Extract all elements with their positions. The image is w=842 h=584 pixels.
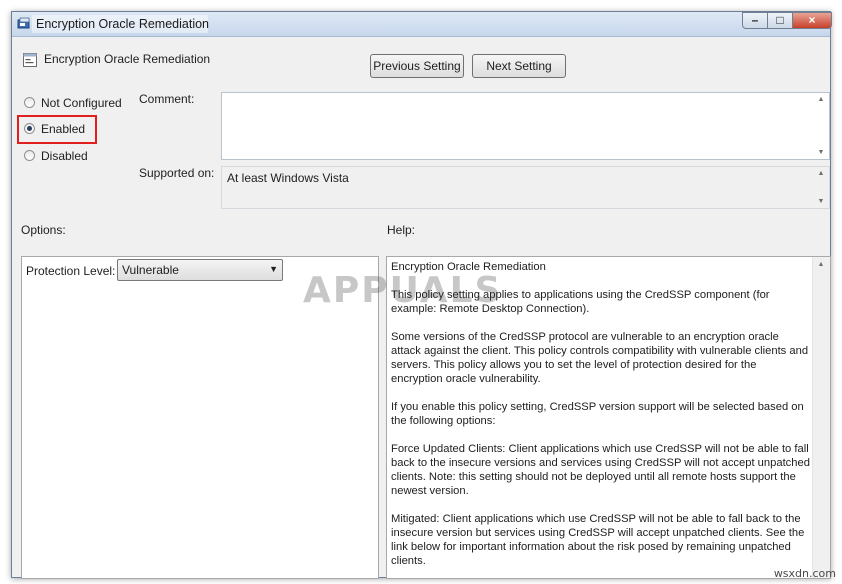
supported-on-box: At least Windows Vista ▲ ▼	[221, 166, 830, 209]
radio-label-disabled: Disabled	[41, 149, 88, 163]
options-label: Options:	[21, 223, 66, 237]
scroll-down-icon[interactable]: ▼	[813, 149, 829, 156]
comment-scrollbar[interactable]: ▲ ▼	[813, 93, 829, 159]
policy-editor-icon	[17, 17, 30, 29]
radio-button-disabled[interactable]	[24, 150, 35, 161]
scroll-up-icon[interactable]: ▲	[813, 170, 829, 177]
watermark-text: APPUALS	[303, 270, 503, 311]
close-button[interactable]: ×	[792, 12, 832, 29]
radio-label-not-configured: Not Configured	[41, 96, 122, 110]
setting-icon	[23, 53, 37, 67]
comment-label: Comment:	[139, 92, 195, 106]
scroll-up-icon[interactable]: ▲	[813, 261, 829, 268]
site-watermark: wsxdn.com	[773, 567, 836, 580]
protection-level-value: Vulnerable	[122, 263, 179, 277]
minimize-icon: –	[751, 13, 759, 27]
help-label: Help:	[387, 223, 416, 237]
enabled-highlight-box	[17, 115, 97, 144]
maximize-icon: □	[776, 13, 784, 27]
protection-level-dropdown[interactable]: Vulnerable ▼	[117, 259, 283, 281]
title-bar[interactable]: Encryption Oracle Remediation – □ ×	[12, 12, 832, 37]
setting-title: Encryption Oracle Remediation	[44, 52, 211, 66]
help-paragraph: Force Updated Clients: Client applicatio…	[391, 443, 810, 497]
radio-button-not-configured[interactable]	[24, 97, 35, 108]
help-paragraph: Mitigated: Client applications which use…	[391, 513, 805, 567]
next-setting-button[interactable]: Next Setting	[472, 54, 566, 78]
window-title: Encryption Oracle Remediation	[36, 17, 209, 31]
supported-on-value: At least Windows Vista	[227, 171, 349, 185]
close-icon: ×	[808, 13, 816, 27]
help-paragraph: Some versions of the CredSSP protocol ar…	[391, 331, 809, 385]
previous-setting-button[interactable]: Previous Setting	[370, 54, 464, 78]
supported-scrollbar[interactable]: ▲ ▼	[813, 167, 829, 208]
minimize-button[interactable]: –	[742, 12, 768, 29]
supported-on-label: Supported on:	[139, 166, 215, 180]
maximize-button[interactable]: □	[767, 12, 793, 29]
dropdown-arrow-icon: ▼	[269, 264, 278, 274]
comment-textbox[interactable]: ▲ ▼	[221, 92, 830, 160]
help-paragraph: If you enable this policy setting, CredS…	[391, 401, 804, 427]
scroll-up-icon[interactable]: ▲	[813, 96, 829, 103]
watermark-logo: APPUALS	[303, 268, 513, 316]
protection-level-label: Protection Level:	[26, 264, 116, 278]
help-scrollbar[interactable]: ▲	[812, 257, 830, 578]
scroll-down-icon[interactable]: ▼	[813, 198, 829, 205]
